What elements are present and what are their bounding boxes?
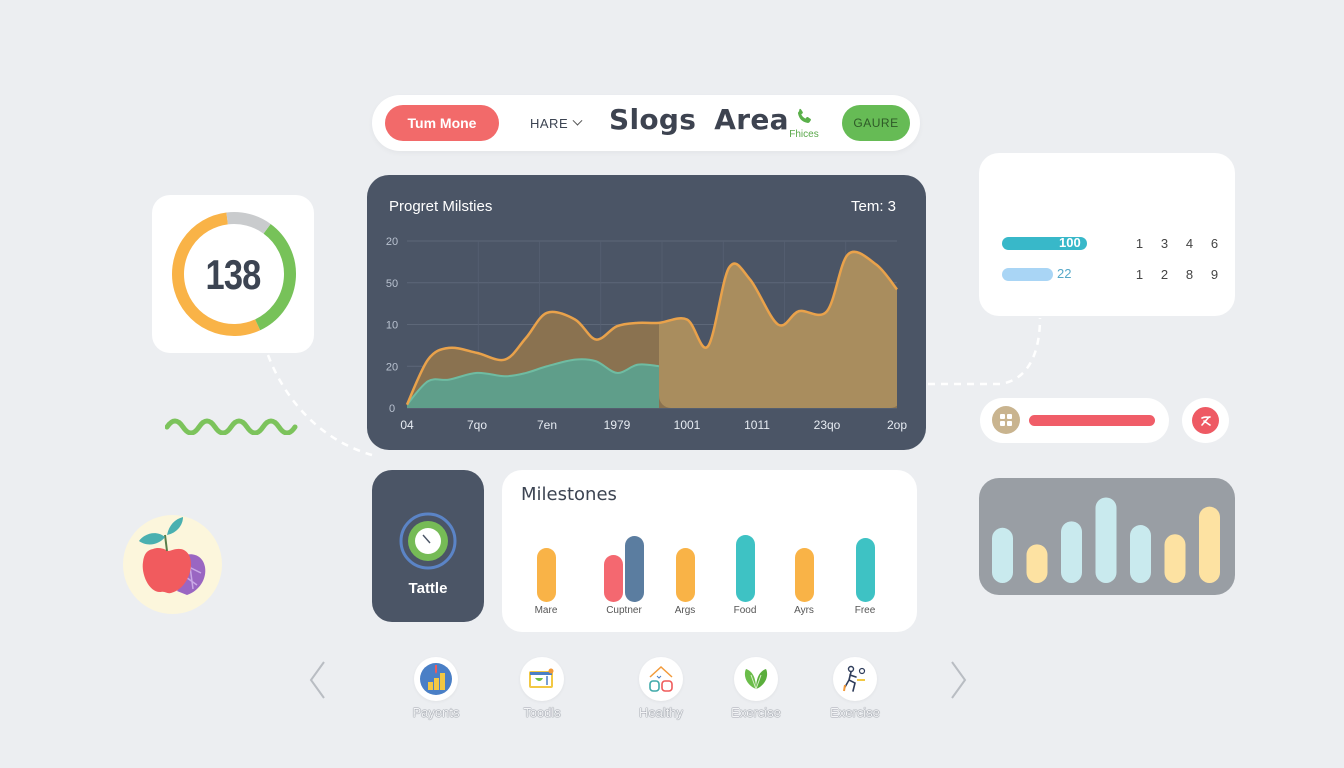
chevron-down-icon (572, 115, 583, 126)
number-row-2: 1 2 8 9 (1127, 267, 1227, 282)
x-tick-label: 23qo (814, 418, 841, 432)
x-tick-label: 04 (400, 418, 414, 432)
x-tick-label: 7qo (467, 418, 487, 432)
top-bar: Tum Mone HARE Slogs Area Fhices GAURE (372, 95, 920, 151)
milestone-bar (675, 547, 695, 602)
nav-item-exercise-1[interactable]: Exercise (716, 657, 796, 720)
x-tick-label: 2op (887, 418, 907, 432)
nav-label: Payents (412, 705, 460, 720)
milestone-bar (855, 538, 875, 602)
nav-label: Healthy (638, 705, 684, 720)
close-button-inner (1192, 407, 1219, 434)
gauge-card: 138 (152, 195, 314, 353)
close-button[interactable] (1182, 398, 1229, 443)
page-title: Slogs Area (609, 103, 789, 136)
info-card: 100 22 1 3 4 6 1 2 8 9 (979, 153, 1235, 316)
nav-item-payments[interactable]: Payents (396, 657, 476, 720)
x-tick-label: 7en (537, 418, 557, 432)
secondary-button[interactable]: GAURE (842, 105, 910, 141)
nav-item-tools[interactable]: Toodls (502, 657, 582, 720)
milestone-bar (735, 534, 755, 602)
milestone-label: Mare (534, 605, 558, 616)
next-arrow-icon[interactable] (951, 660, 967, 700)
y-tick-label: 10 (386, 320, 398, 332)
mini-bar-chart-card (979, 478, 1235, 595)
number-row-1: 1 3 4 6 (1127, 236, 1227, 251)
milestone-bar (536, 547, 556, 602)
number-cell: 1 (1135, 236, 1144, 251)
mini-bar (992, 527, 1013, 583)
leaf-exercise-icon (734, 657, 778, 701)
nav-label: Exercise (830, 705, 880, 720)
y-tick-label: 20 (386, 236, 398, 248)
tattle-label: Tattle (408, 580, 448, 597)
nav-label: Exercise (731, 705, 781, 720)
tools-board-icon (520, 657, 564, 701)
number-cell: 3 (1160, 236, 1169, 251)
mini-bar-chart (992, 497, 1220, 583)
milestones-title: Milestones (521, 484, 617, 505)
payments-chart-icon (414, 657, 458, 701)
phone-icon (798, 108, 811, 123)
x-tick-label: 1001 (674, 418, 701, 432)
milestone-label: Args (674, 605, 696, 616)
primary-button[interactable]: Tum Mone (385, 105, 499, 141)
grid-icon (1000, 414, 1012, 426)
y-tick-label: 20 (386, 361, 398, 373)
gauge-segment-gray (226, 212, 271, 234)
mini-bar (1026, 544, 1048, 583)
runner-exercise-icon (833, 657, 877, 701)
slider-control[interactable] (980, 398, 1169, 443)
nav-item-exercise-2[interactable]: Exercise (815, 657, 895, 720)
mini-bar (1130, 525, 1151, 583)
slider-track[interactable] (1029, 415, 1155, 426)
number-cell: 9 (1210, 267, 1219, 282)
y-tick-label: 0 (389, 403, 395, 415)
number-cell: 8 (1185, 267, 1194, 282)
milestone-bar (604, 555, 623, 602)
nav-item-healthy[interactable]: Healthy (621, 657, 701, 720)
nav-label: Toodls (523, 705, 561, 720)
mini-bar (1095, 497, 1117, 583)
area-chart: 0 20 10 50 20 04 7qo 7en 1979 1001 1011 23qo 2op (386, 236, 907, 432)
x-tick-label: 1979 (604, 418, 631, 432)
y-tick-label: 50 (386, 278, 398, 290)
milestone-bar (625, 536, 644, 602)
milestone-label: Free (854, 605, 876, 616)
progress-pill (1002, 268, 1053, 281)
mini-bar (1199, 506, 1220, 583)
mini-bar (1164, 534, 1186, 583)
milestone-label: Food (733, 605, 757, 616)
close-icon (1200, 415, 1211, 426)
dropdown[interactable]: HARE (530, 113, 583, 133)
milestones-card: Milestones Mare Cuptner Args Food Ayrs Free (502, 470, 917, 632)
number-cell: 4 (1185, 236, 1194, 251)
apple-icon (139, 517, 206, 595)
milestone-label: Ayrs (794, 605, 814, 616)
previous-arrow-icon[interactable] (309, 660, 325, 700)
apple-illustration (123, 515, 222, 614)
mini-bar (1061, 521, 1082, 583)
slider-handle[interactable] (992, 406, 1020, 434)
phone-label: Fhices (789, 129, 819, 140)
number-cell: 2 (1160, 267, 1169, 282)
home-health-icon (639, 657, 683, 701)
tattle-card[interactable]: Tattle (372, 470, 484, 622)
number-cell: 6 (1210, 236, 1219, 251)
dropdown-label: HARE (530, 115, 569, 131)
milestone-label: Cuptner (606, 605, 642, 616)
milestone-bar (794, 547, 814, 602)
pill-value: 22 (1057, 266, 1072, 281)
progress-chart-card: Progret Milsties Tem: 3 0 20 10 50 20 04 7qo 7e… (367, 175, 926, 450)
pill-value: 100 (1059, 235, 1081, 250)
gauge-value: 138 (205, 251, 261, 298)
wavy-line-decoration (165, 418, 298, 435)
clock-icon (399, 512, 457, 570)
number-cell: 1 (1135, 267, 1144, 282)
x-tick-label: 1011 (744, 418, 770, 432)
phone-button[interactable]: Fhices (787, 107, 821, 140)
